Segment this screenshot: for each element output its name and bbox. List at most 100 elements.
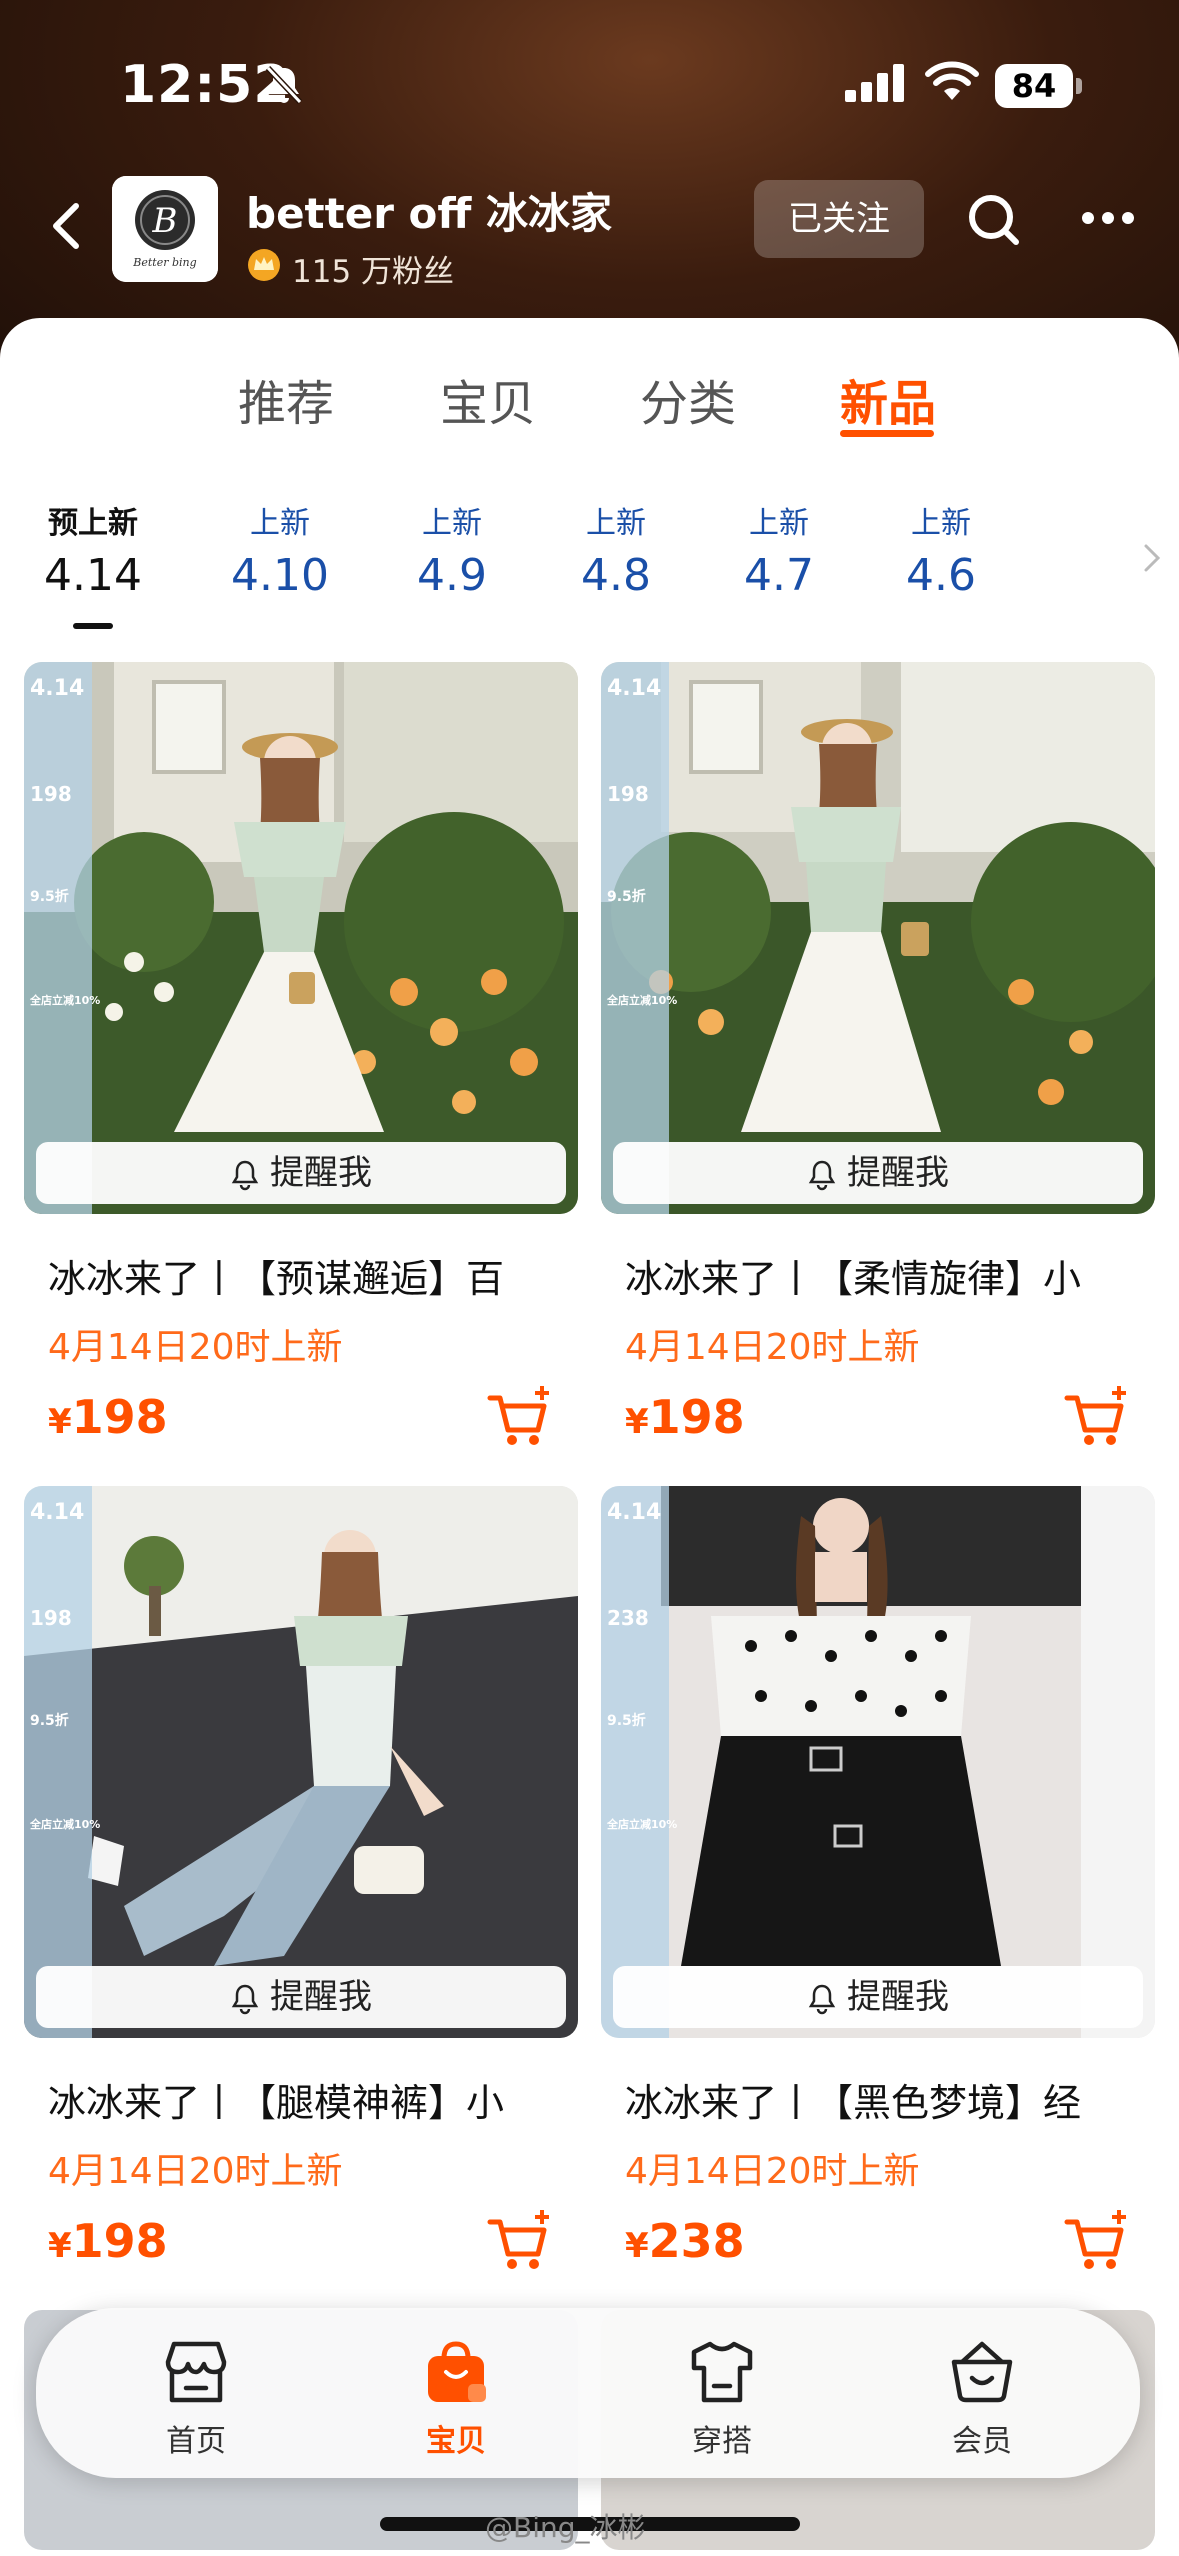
date-tab-value: 4.7 — [744, 550, 814, 601]
shop-logo[interactable]: B Better bing — [112, 176, 218, 282]
promo-tag: 全店立减10% — [607, 1818, 678, 1831]
promo-date: 4.14 — [607, 1500, 662, 1525]
product-title[interactable]: 冰冰来了丨【腿模神裤】小 — [48, 2072, 568, 2127]
crown-icon — [246, 248, 282, 286]
more-options-icon[interactable] — [1080, 210, 1136, 230]
date-tab-value: 4.9 — [417, 550, 487, 601]
product-image[interactable]: 4.14 238 9.5折 全店立减10% 提醒我 — [601, 1486, 1155, 2038]
shopping-bag-icon — [376, 2338, 536, 2410]
member-basket-icon — [902, 2338, 1062, 2410]
nav-label: 宝贝 — [426, 2424, 486, 2459]
search-icon[interactable] — [966, 192, 1022, 252]
remind-me-button[interactable]: 提醒我 — [613, 1142, 1143, 1204]
remind-label: 提醒我 — [270, 1153, 372, 1193]
launch-time: 4月14日20时上新 — [48, 1327, 343, 1368]
promo-date: 4.14 — [30, 1500, 85, 1525]
promo-strip: 4.14 198 9.5折 全店立减10% — [601, 662, 677, 1214]
svg-text:Better bing: Better bing — [132, 256, 196, 269]
product-price: ¥198 — [48, 1390, 168, 1444]
launch-time: 4月14日20时上新 — [625, 2151, 920, 2192]
battery-indicator: 84 — [995, 64, 1073, 108]
promo-discount: 9.5折 — [607, 889, 646, 905]
remind-me-button[interactable]: 提醒我 — [613, 1966, 1143, 2028]
date-tab-label: 上新 — [749, 506, 809, 541]
date-tab-4-7[interactable]: 上新 4.7 — [704, 498, 854, 601]
date-tab-4-8[interactable]: 上新 4.8 — [541, 498, 691, 601]
add-to-cart-icon[interactable] — [486, 2208, 554, 2280]
active-date-indicator — [73, 623, 113, 629]
price-value: 198 — [648, 1390, 745, 1444]
storefront-icon — [116, 2338, 276, 2410]
bell-icon — [230, 1159, 260, 1191]
promo-price: 238 — [607, 1606, 649, 1630]
date-tab-4-10[interactable]: 上新 4.10 — [205, 498, 355, 601]
nav-items[interactable]: 宝贝 — [376, 2338, 536, 2460]
remind-label: 提醒我 — [270, 1977, 372, 2017]
promo-discount: 9.5折 — [30, 1713, 69, 1729]
product-image[interactable]: 4.14 198 9.5折 全店立减10% 提醒我 — [24, 662, 578, 1214]
date-tab-value: 4.10 — [231, 550, 329, 601]
bell-muted-icon — [262, 62, 306, 110]
date-tab-label: 上新 — [422, 506, 482, 541]
date-tab-4-14[interactable]: 预上新 4.14 — [18, 498, 168, 601]
tab-recommend[interactable]: 推荐 — [238, 364, 334, 434]
product-image[interactable]: 4.14 198 9.5折 全店立减10% 提醒我 — [24, 1486, 578, 2038]
nav-label: 会员 — [952, 2424, 1012, 2459]
tab-items[interactable]: 宝贝 — [440, 364, 536, 434]
launch-time: 4月14日20时上新 — [48, 2151, 343, 2192]
add-to-cart-icon[interactable] — [1063, 2208, 1131, 2280]
currency-symbol: ¥ — [48, 1402, 72, 1442]
cellular-signal-icon — [845, 62, 907, 106]
nav-label: 穿搭 — [692, 2424, 752, 2459]
watermark: @Bing_冰彬 — [485, 2511, 646, 2544]
promo-discount: 9.5折 — [607, 1713, 646, 1729]
product-image[interactable]: 4.14 198 9.5折 全店立减10% 提醒我 — [601, 662, 1155, 1214]
promo-strip: 4.14 198 9.5折 全店立减10% — [24, 662, 100, 1214]
tab-category[interactable]: 分类 — [640, 364, 736, 434]
launch-time: 4月14日20时上新 — [625, 1327, 920, 1368]
follow-button[interactable]: 已关注 — [754, 180, 924, 258]
product-card[interactable]: 4.14 198 9.5折 全店立减10% 提醒我 冰冰来了丨【预谋邂逅】百 4… — [24, 662, 578, 1462]
add-to-cart-icon[interactable] — [486, 1384, 554, 1456]
price-value: 238 — [648, 2214, 745, 2268]
product-card[interactable]: 4.14 238 9.5折 全店立减10% 提醒我 冰冰来了丨【黑色梦境】经 4… — [601, 1486, 1155, 2286]
bell-icon — [230, 1983, 260, 2015]
nav-outfits[interactable]: 穿搭 — [642, 2338, 802, 2460]
promo-date: 4.14 — [607, 676, 662, 701]
date-tab-label: 上新 — [250, 506, 310, 541]
remind-label: 提醒我 — [847, 1977, 949, 2017]
date-tab-label: 上新 — [911, 506, 971, 541]
bell-icon — [807, 1159, 837, 1191]
date-tab-value: 4.6 — [906, 550, 976, 601]
svg-text:B: B — [152, 201, 178, 241]
date-tab-value: 4.8 — [581, 550, 651, 601]
product-title[interactable]: 冰冰来了丨【柔情旋律】小 — [625, 1248, 1145, 1303]
price-value: 198 — [71, 2214, 168, 2268]
product-title[interactable]: 冰冰来了丨【预谋邂逅】百 — [48, 1248, 568, 1303]
add-to-cart-icon[interactable] — [1063, 1384, 1131, 1456]
currency-symbol: ¥ — [48, 2226, 72, 2266]
product-title[interactable]: 冰冰来了丨【黑色梦境】经 — [625, 2072, 1145, 2127]
remind-me-button[interactable]: 提醒我 — [36, 1966, 566, 2028]
nav-label: 首页 — [166, 2424, 226, 2459]
remind-me-button[interactable]: 提醒我 — [36, 1142, 566, 1204]
date-tab-4-6[interactable]: 上新 4.6 — [866, 498, 1016, 601]
shop-name[interactable]: better off 冰冰家 — [246, 180, 612, 241]
product-price: ¥198 — [48, 2214, 168, 2268]
product-card[interactable]: 4.14 198 9.5折 全店立减10% 提醒我 冰冰来了丨【柔情旋律】小 4… — [601, 662, 1155, 1462]
nav-home[interactable]: 首页 — [116, 2338, 276, 2460]
promo-tag: 全店立减10% — [30, 994, 101, 1007]
chevron-right-icon[interactable] — [1140, 538, 1164, 582]
nav-member[interactable]: 会员 — [902, 2338, 1062, 2460]
remind-label: 提醒我 — [847, 1153, 949, 1193]
date-tab-4-9[interactable]: 上新 4.9 — [377, 498, 527, 601]
promo-discount: 9.5折 — [30, 889, 69, 905]
wifi-icon — [925, 60, 979, 106]
bottom-navigation: 首页 宝贝 穿搭 会员 — [36, 2308, 1140, 2478]
back-arrow-icon[interactable] — [48, 198, 84, 258]
promo-price: 198 — [30, 1606, 72, 1630]
product-card[interactable]: 4.14 198 9.5折 全店立减10% 提醒我 冰冰来了丨【腿模神裤】小 4… — [24, 1486, 578, 2286]
tab-new-arrivals[interactable]: 新品 — [840, 364, 936, 434]
currency-symbol: ¥ — [625, 1402, 649, 1442]
promo-price: 198 — [30, 782, 72, 806]
